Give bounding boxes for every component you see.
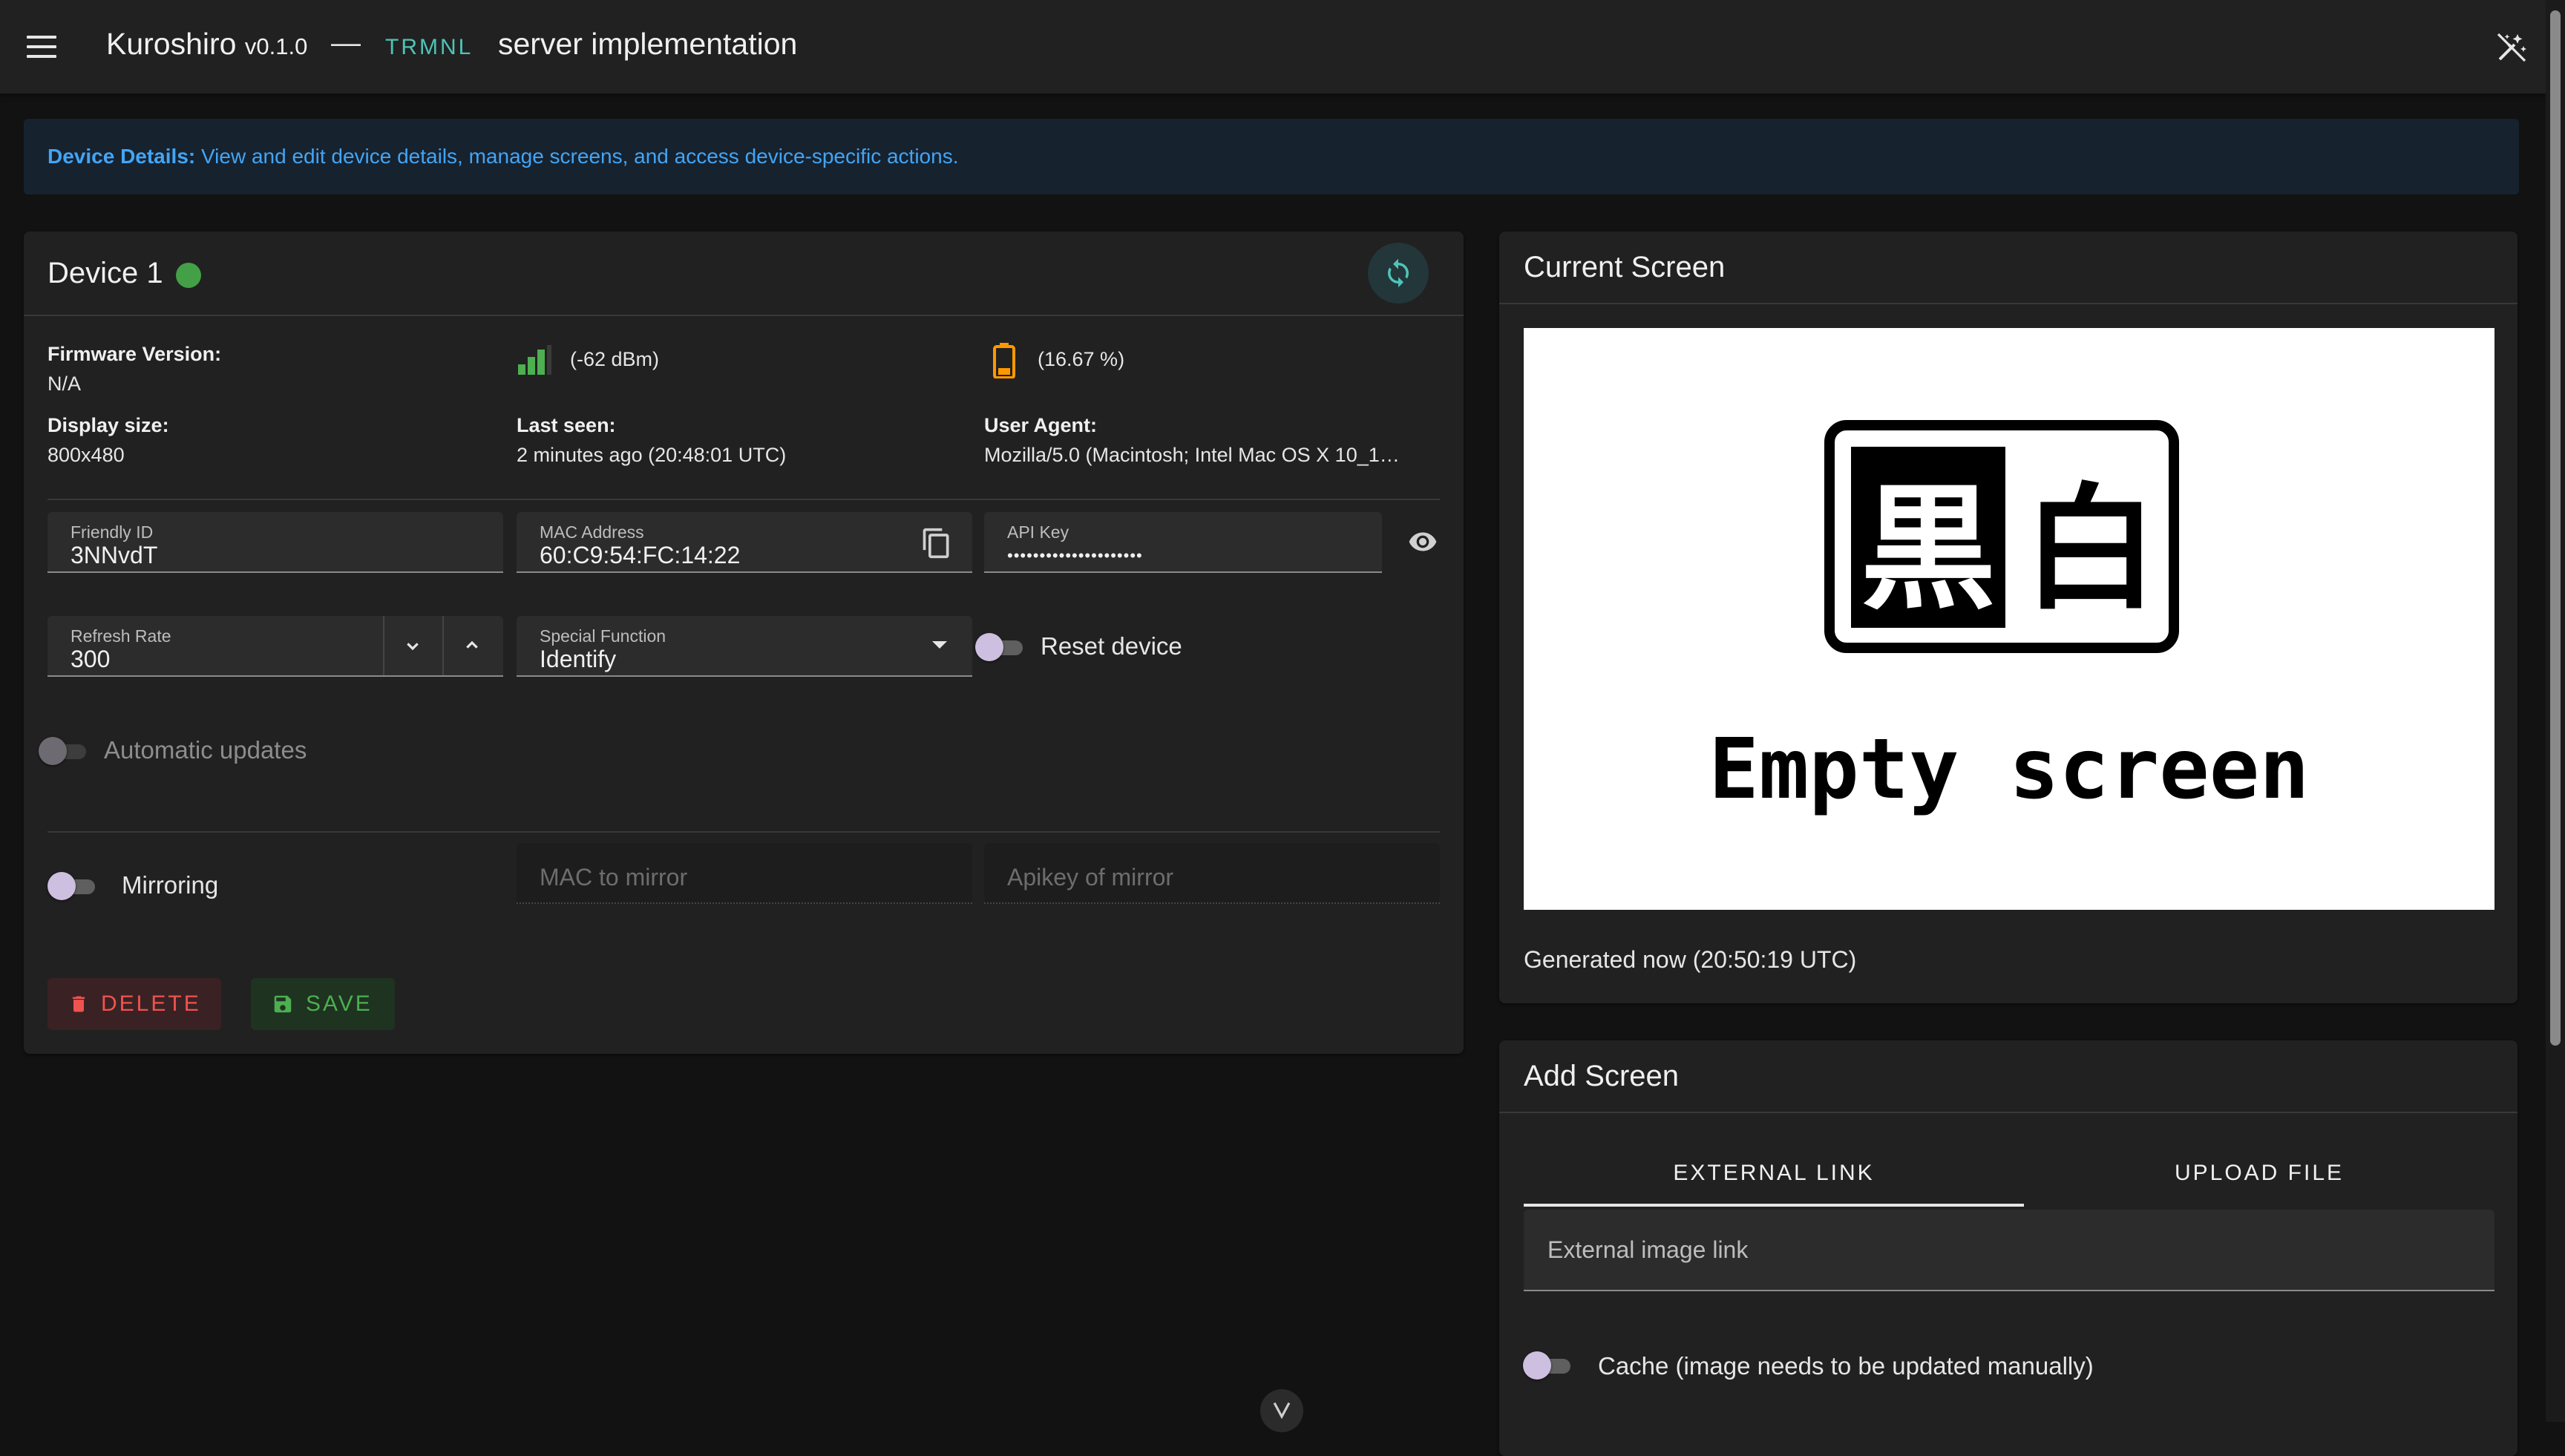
show-api-key-eye-icon[interactable] — [1404, 527, 1441, 560]
external-image-link-input[interactable]: External image link — [1524, 1210, 2494, 1291]
signal-value: (-62 dBm) — [570, 348, 660, 370]
app-bar — [0, 0, 2546, 94]
app-name: Kuroshiro — [106, 27, 237, 61]
sync-icon — [1388, 258, 1409, 288]
mac-address-label: MAC Address — [540, 522, 644, 542]
signal-strength-icon — [517, 345, 552, 375]
generated-timestamp: Generated now (20:50:19 UTC) — [1524, 946, 1857, 973]
add-screen-divider — [1499, 1112, 2518, 1113]
cache-switch[interactable] — [1523, 1351, 1572, 1380]
title-separator: — — [331, 27, 361, 59]
reset-device-switch[interactable] — [975, 632, 1024, 662]
brand-label: TRMNL — [385, 35, 474, 59]
theme-toggle-icon[interactable] — [2494, 30, 2529, 65]
active-tab-indicator — [1524, 1204, 2024, 1207]
trash-icon — [72, 996, 85, 1012]
mac-address-field[interactable]: MAC Address 60:C9:54:FC:14:22 — [517, 512, 972, 573]
app-title: Kuroshiro v0.1.0 — [106, 27, 307, 62]
display-size-value: 800x480 — [48, 444, 125, 466]
automatic-updates-switch[interactable] — [39, 736, 88, 766]
special-function-value[interactable]: Identify — [540, 646, 616, 673]
scroll-down-button[interactable] — [1260, 1389, 1303, 1432]
device-name: Device 1 — [48, 257, 163, 289]
save-button-label: SAVE — [306, 991, 373, 1016]
info-banner-text: Device Details: View and edit device det… — [48, 145, 958, 168]
info-banner-label: Device Details: — [48, 145, 196, 168]
battery-value: (16.67 %) — [1038, 348, 1125, 370]
increment-chevron-up-icon[interactable] — [460, 634, 484, 661]
current-screen-title: Current Screen — [1524, 251, 1726, 283]
logo-frame: 黒 白 — [1824, 420, 2179, 653]
automatic-updates-label: Automatic updates — [104, 736, 307, 764]
current-screen-image: 黒 白 Empty screen — [1524, 328, 2494, 910]
special-function-select[interactable]: Special Function Identify — [517, 616, 972, 677]
app-version: v0.1.0 — [244, 33, 308, 59]
battery-icon — [993, 343, 1015, 379]
reset-device-label: Reset device — [1041, 632, 1182, 660]
mac-to-mirror-input[interactable]: MAC to mirror — [517, 843, 972, 904]
external-image-link-placeholder: External image link — [1547, 1236, 1749, 1263]
refresh-rate-field[interactable]: Refresh Rate 300 — [48, 616, 503, 677]
scrollbar-thumb[interactable] — [2550, 10, 2561, 1046]
friendly-id-label: Friendly ID — [71, 522, 154, 542]
info-divider — [48, 499, 1440, 500]
mac-to-mirror-placeholder: MAC to mirror — [540, 864, 688, 891]
copy-icon[interactable] — [920, 525, 953, 565]
logo-kanji-kuro: 黒 — [1861, 470, 1996, 628]
online-status-dot — [176, 263, 201, 288]
refresh-button[interactable] — [1368, 243, 1429, 304]
current-screen-divider — [1499, 303, 2518, 304]
delete-button-label: DELETE — [101, 991, 201, 1016]
delete-button[interactable]: DELETE — [48, 978, 221, 1030]
mirroring-divider — [48, 831, 1440, 833]
add-screen-title: Add Screen — [1524, 1060, 1680, 1092]
mirroring-switch[interactable] — [48, 871, 96, 901]
hamburger-menu-icon[interactable] — [27, 36, 56, 58]
chevron-down-icon — [1273, 1402, 1291, 1420]
apikey-of-mirror-input[interactable]: Apikey of mirror — [984, 843, 1440, 904]
app-subtitle: server implementation — [498, 27, 798, 61]
floppy-disk-icon — [274, 995, 292, 1013]
mac-address-value[interactable]: 60:C9:54:FC:14:22 — [540, 542, 740, 569]
last-seen-value: 2 minutes ago (20:48:01 UTC) — [517, 444, 787, 466]
dropdown-arrow-icon[interactable] — [931, 640, 949, 654]
decrement-chevron-down-icon[interactable] — [401, 634, 425, 661]
refresh-rate-value[interactable]: 300 — [71, 646, 110, 673]
user-agent-value: Mozilla/5.0 (Macintosh; Intel Mac OS X 1… — [984, 444, 1400, 466]
api-key-label: API Key — [1007, 522, 1069, 542]
api-key-value[interactable]: ••••••••••••••••••••• — [1007, 546, 1143, 565]
friendly-id-value[interactable]: 3NNvdT — [71, 542, 157, 569]
empty-screen-caption: Empty screen — [1709, 721, 2310, 818]
friendly-id-field[interactable]: Friendly ID 3NNvdT — [48, 512, 503, 573]
save-button[interactable]: SAVE — [251, 978, 395, 1030]
cache-label: Cache (image needs to be updated manuall… — [1598, 1352, 2094, 1380]
last-seen-label: Last seen: — [517, 414, 616, 436]
apikey-of-mirror-placeholder: Apikey of mirror — [1007, 864, 1174, 891]
stepper-divider-2 — [442, 616, 444, 675]
tab-external-link[interactable]: EXTERNAL LINK — [1524, 1161, 2024, 1186]
api-key-field[interactable]: API Key ••••••••••••••••••••• — [984, 512, 1382, 573]
refresh-rate-label: Refresh Rate — [71, 626, 171, 646]
special-function-label: Special Function — [540, 626, 666, 646]
device-header-divider — [24, 315, 1464, 316]
user-agent-label: User Agent: — [984, 414, 1098, 436]
info-banner-message: View and edit device details, manage scr… — [201, 145, 959, 168]
firmware-label: Firmware Version: — [48, 343, 222, 365]
mirroring-label: Mirroring — [122, 871, 219, 899]
tab-upload-file[interactable]: UPLOAD FILE — [2024, 1161, 2494, 1186]
firmware-value: N/A — [48, 373, 82, 395]
stepper-divider — [383, 616, 384, 675]
logo-kanji-shiro: 白 — [2023, 470, 2158, 628]
display-size-label: Display size: — [48, 414, 169, 436]
